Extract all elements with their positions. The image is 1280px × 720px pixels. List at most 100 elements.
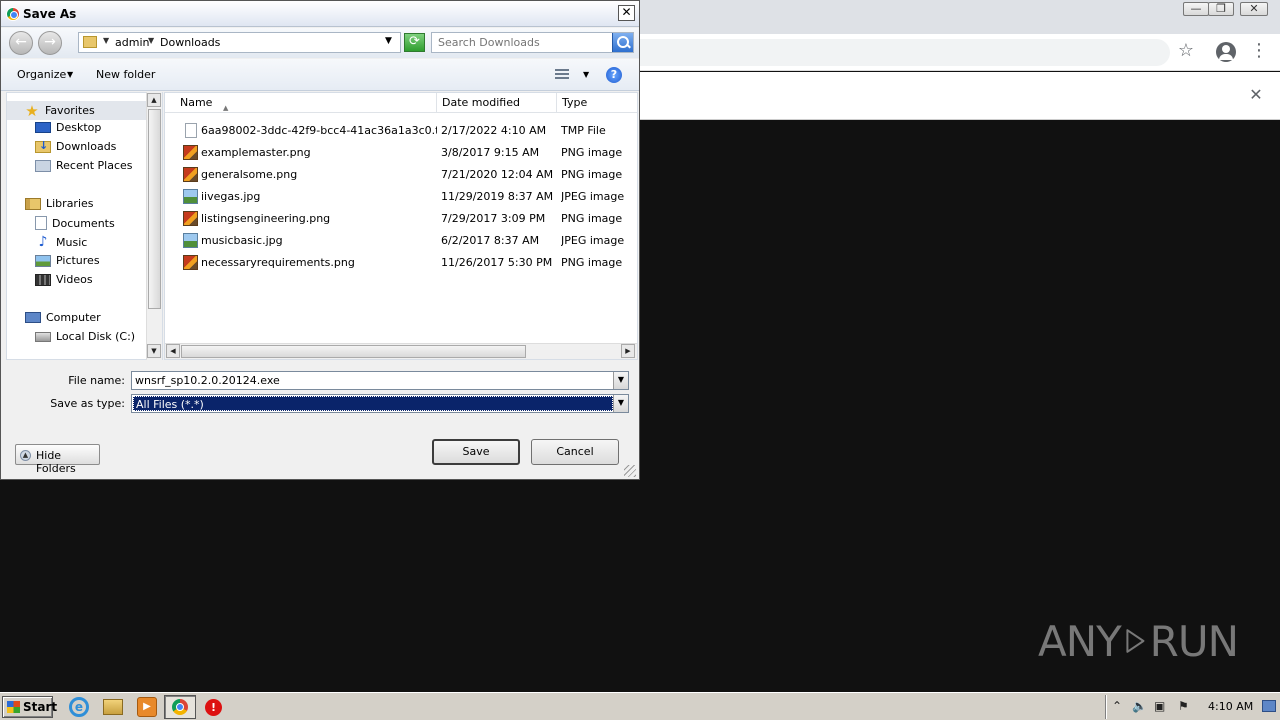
dialog-close-button[interactable]: ✕ bbox=[618, 5, 635, 21]
nav-libraries[interactable]: Libraries bbox=[25, 197, 94, 210]
breadcrumb-admin[interactable]: admin bbox=[115, 36, 149, 49]
clock[interactable]: 4:10 AM bbox=[1208, 700, 1253, 713]
nav-computer[interactable]: Computer bbox=[25, 311, 101, 324]
sort-ascending-icon: ▲ bbox=[223, 104, 229, 112]
chrome-icon bbox=[172, 699, 188, 715]
show-hidden-icons-icon[interactable]: ⌃ bbox=[1112, 699, 1122, 713]
scroll-left-icon[interactable]: ◀ bbox=[166, 344, 180, 358]
nav-desktop[interactable]: Desktop bbox=[35, 121, 101, 134]
minimize-button[interactable]: — bbox=[1183, 2, 1209, 16]
save-as-dialog: Save As ✕ ← → ▼ admin ▼ Downloads ▼ ⟳ Or… bbox=[0, 0, 640, 480]
dialog-titlebar[interactable]: Save As ✕ bbox=[1, 1, 639, 27]
file-date: 11/26/2017 5:30 PM bbox=[441, 256, 553, 269]
organize-button[interactable]: Organize bbox=[17, 68, 66, 81]
nav-local-disk[interactable]: Local Disk (C:) bbox=[35, 330, 135, 343]
scroll-right-icon[interactable]: ▶ bbox=[621, 344, 635, 358]
file-name: examplemaster.png bbox=[201, 146, 311, 159]
save-as-type-label: Save as type: bbox=[50, 397, 125, 410]
breadcrumb-arrow-icon[interactable]: ▼ bbox=[148, 36, 154, 45]
nav-favorites-label: Favorites bbox=[45, 104, 95, 117]
horizontal-scrollbar[interactable]: ◀ ▶ bbox=[165, 343, 637, 359]
internet-explorer-icon[interactable]: e bbox=[69, 697, 89, 717]
cancel-button[interactable]: Cancel bbox=[531, 439, 619, 465]
menu-icon[interactable]: ⋮ bbox=[1250, 42, 1268, 60]
start-button[interactable]: Start bbox=[2, 696, 57, 718]
png-image-icon bbox=[183, 255, 198, 270]
nav-music[interactable]: ♪ Music bbox=[35, 235, 88, 249]
media-player-icon[interactable]: ▶ bbox=[137, 697, 157, 717]
file-date: 11/29/2019 8:37 AM bbox=[441, 190, 554, 203]
column-type[interactable]: Type bbox=[557, 93, 637, 113]
breadcrumb-arrow-icon[interactable]: ▼ bbox=[103, 36, 109, 45]
file-name: necessaryrequirements.png bbox=[201, 256, 355, 269]
search-icon[interactable] bbox=[612, 33, 633, 52]
save-as-type-dropdown-icon[interactable]: ▼ bbox=[613, 395, 628, 412]
omnibox[interactable] bbox=[640, 39, 1170, 66]
nav-videos[interactable]: Videos bbox=[35, 273, 93, 286]
breadcrumb-downloads[interactable]: Downloads bbox=[160, 36, 220, 49]
show-desktop-icon[interactable] bbox=[1262, 700, 1276, 712]
views-icon[interactable] bbox=[555, 69, 571, 81]
file-row[interactable]: musicbasic.jpg 6/2/2017 8:37 AM JPEG ima… bbox=[165, 230, 637, 252]
save-button[interactable]: Save bbox=[432, 439, 520, 465]
file-row[interactable]: examplemaster.png 3/8/2017 9:15 AM PNG i… bbox=[165, 142, 637, 164]
help-icon[interactable]: ? bbox=[606, 67, 622, 83]
watermark-text-left: ANY bbox=[1038, 616, 1122, 666]
volume-icon[interactable]: 🔈 bbox=[1132, 699, 1147, 713]
views-dropdown-icon[interactable]: ▼ bbox=[583, 70, 589, 79]
nav-documents[interactable]: Documents bbox=[35, 216, 115, 230]
hide-folders-button[interactable]: ▲ Hide Folders bbox=[15, 444, 100, 475]
restore-button[interactable]: ❐ bbox=[1208, 2, 1234, 16]
file-row[interactable]: 6aa98002-3ddc-42f9-bcc4-41ac36a1a3c0.tmp… bbox=[165, 120, 637, 142]
nav-local-disk-label: Local Disk (C:) bbox=[56, 330, 136, 343]
file-row[interactable]: necessaryrequirements.png 11/26/2017 5:3… bbox=[165, 252, 637, 274]
close-window-button[interactable]: ✕ bbox=[1240, 2, 1268, 16]
address-dropdown-icon[interactable]: ▼ bbox=[385, 36, 392, 46]
action-center-flag-icon[interactable]: ⚑ bbox=[1178, 699, 1189, 713]
profile-icon[interactable] bbox=[1216, 42, 1236, 62]
file-list-header: Name ▲ Date modified Type bbox=[165, 93, 637, 113]
file-type: PNG image bbox=[561, 168, 623, 181]
nav-recent-places[interactable]: Recent Places bbox=[35, 159, 133, 172]
file-name-input[interactable] bbox=[131, 371, 629, 390]
bookmark-star-icon[interactable]: ☆ bbox=[1176, 42, 1196, 60]
address-bar[interactable]: ▼ admin ▼ Downloads ▼ bbox=[78, 32, 401, 53]
search-box[interactable] bbox=[431, 32, 634, 53]
nav-scroll-thumb[interactable] bbox=[148, 109, 161, 309]
save-as-type-value: All Files (*.*) bbox=[133, 396, 613, 411]
resize-grip[interactable] bbox=[624, 465, 636, 477]
desktop-icon bbox=[35, 122, 51, 133]
start-label: Start bbox=[23, 700, 58, 714]
videos-icon bbox=[35, 273, 51, 286]
file-row[interactable]: iivegas.jpg 11/29/2019 8:37 AM JPEG imag… bbox=[165, 186, 637, 208]
forward-button[interactable]: → bbox=[38, 31, 62, 55]
file-name-dropdown-icon[interactable]: ▼ bbox=[613, 372, 628, 389]
chrome-taskbar-button[interactable] bbox=[164, 695, 196, 719]
file-list: Name ▲ Date modified Type 6aa98002-3ddc-… bbox=[164, 92, 638, 360]
file-row[interactable]: generalsome.png 7/21/2020 12:04 AM PNG i… bbox=[165, 164, 637, 186]
file-explorer-icon[interactable] bbox=[103, 699, 123, 715]
save-as-type-select[interactable]: All Files (*.*) ▼ bbox=[131, 394, 629, 413]
nav-videos-label: Videos bbox=[56, 273, 93, 286]
column-date-modified[interactable]: Date modified bbox=[437, 93, 557, 113]
horizontal-scroll-thumb[interactable] bbox=[181, 345, 526, 358]
new-folder-button[interactable]: New folder bbox=[96, 68, 155, 81]
nav-scrollbar[interactable]: ▲ ▼ bbox=[146, 92, 162, 360]
scroll-up-icon[interactable]: ▲ bbox=[147, 93, 161, 107]
search-input[interactable] bbox=[433, 34, 611, 51]
file-type: JPEG image bbox=[561, 190, 625, 203]
nav-downloads[interactable]: Downloads bbox=[35, 139, 116, 153]
nav-libraries-label: Libraries bbox=[46, 197, 94, 210]
back-button[interactable]: ← bbox=[9, 31, 33, 55]
stop-icon[interactable]: ! bbox=[205, 699, 222, 716]
nav-music-label: Music bbox=[56, 235, 88, 249]
file-row[interactable]: listingsengineering.png 7/29/2017 3:09 P… bbox=[165, 208, 637, 230]
nav-pictures[interactable]: Pictures bbox=[35, 254, 100, 267]
organize-dropdown-icon[interactable]: ▼ bbox=[67, 70, 73, 79]
nav-favorites[interactable]: ★ Favorites bbox=[7, 101, 147, 120]
network-icon[interactable]: ▣ bbox=[1154, 699, 1165, 713]
column-name[interactable]: Name ▲ bbox=[175, 93, 437, 113]
scroll-down-icon[interactable]: ▼ bbox=[147, 344, 161, 358]
close-bar-icon[interactable]: ✕ bbox=[1246, 86, 1266, 104]
refresh-button[interactable]: ⟳ bbox=[404, 33, 425, 52]
